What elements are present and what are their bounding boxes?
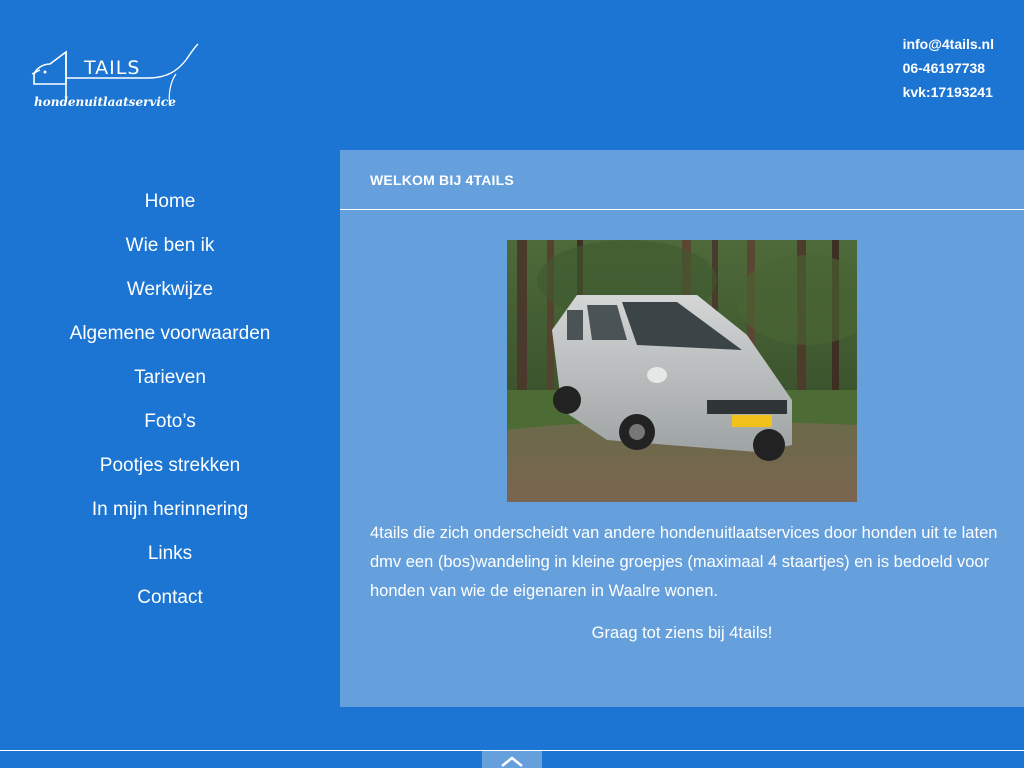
nav-item-fotos[interactable]: Foto’s (0, 400, 340, 444)
page-title: WELKOM BIJ 4TAILS (340, 150, 1024, 210)
nav-item-wie-ben-ik[interactable]: Wie ben ik (0, 224, 340, 268)
scroll-to-top-button[interactable] (482, 751, 542, 768)
main-navigation: Home Wie ben ik Werkwijze Algemene voorw… (0, 180, 340, 620)
nav-item-home[interactable]: Home (0, 180, 340, 224)
contact-phone[interactable]: 06-46197738 (903, 56, 994, 80)
contact-email[interactable]: info@4tails.nl (903, 32, 994, 56)
greeting-text: Graag tot ziens bij 4tails! (591, 624, 773, 642)
nav-item-werkwijze[interactable]: Werkwijze (0, 268, 340, 312)
site-logo[interactable]: TAILS hondenuitlaatservice (28, 40, 208, 120)
van-photo (507, 240, 857, 502)
nav-item-pootjes-strekken[interactable]: Pootjes strekken (0, 444, 340, 488)
van-in-forest-image (507, 240, 857, 502)
nav-item-tarieven[interactable]: Tarieven (0, 356, 340, 400)
contact-info: info@4tails.nl 06-46197738 kvk:17193241 (903, 32, 994, 104)
nav-item-links[interactable]: Links (0, 532, 340, 576)
logo-tagline: hondenuitlaatservice (34, 95, 176, 109)
content-panel: WELKOM BIJ 4TAILS 4tails die zich onders… (340, 150, 1024, 707)
nav-item-contact[interactable]: Contact (0, 576, 340, 620)
nav-item-algemene-voorwaarden[interactable]: Algemene voorwaarden (0, 312, 340, 356)
logo-name: TAILS (84, 57, 141, 79)
nav-item-in-mijn-herinnering[interactable]: In mijn herinnering (0, 488, 340, 532)
chevron-up-icon (501, 756, 523, 767)
intro-text: 4tails die zich onderscheidt van andere … (370, 524, 998, 600)
contact-kvk: kvk:17193241 (902, 84, 993, 100)
